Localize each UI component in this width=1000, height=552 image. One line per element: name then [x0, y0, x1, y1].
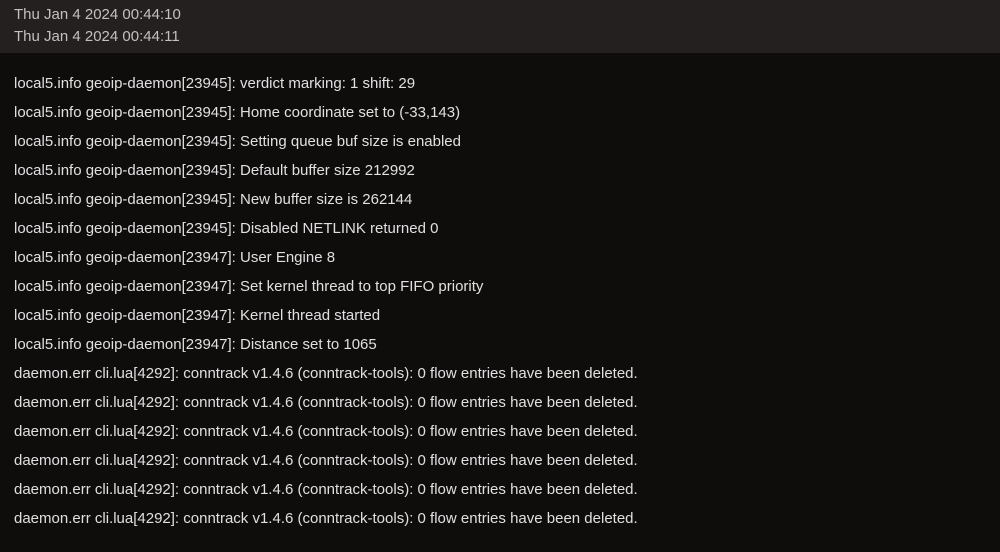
log-line: local5.info geoip-daemon[23945]: verdict… [0, 69, 1000, 98]
log-line: daemon.err cli.lua[4292]: conntrack v1.4… [0, 504, 1000, 533]
log-line: local5.info geoip-daemon[23947]: Set ker… [0, 272, 1000, 301]
timestamp-line: Thu Jan 4 2024 00:44:10 [0, 4, 1000, 26]
timestamp-header: Thu Jan 4 2024 00:44:10 Thu Jan 4 2024 0… [0, 0, 1000, 53]
log-line: local5.info geoip-daemon[23945]: Disable… [0, 214, 1000, 243]
log-line: daemon.err cli.lua[4292]: conntrack v1.4… [0, 359, 1000, 388]
timestamp-line: Thu Jan 4 2024 00:44:11 [0, 26, 1000, 48]
log-line: local5.info geoip-daemon[23945]: New buf… [0, 185, 1000, 214]
log-line: local5.info geoip-daemon[23945]: Default… [0, 156, 1000, 185]
log-line: daemon.err cli.lua[4292]: conntrack v1.4… [0, 388, 1000, 417]
log-line: local5.info geoip-daemon[23947]: Distanc… [0, 330, 1000, 359]
log-body: local5.info geoip-daemon[23945]: verdict… [0, 53, 1000, 533]
log-line: daemon.err cli.lua[4292]: conntrack v1.4… [0, 417, 1000, 446]
log-line: local5.info geoip-daemon[23947]: Kernel … [0, 301, 1000, 330]
log-line: daemon.err cli.lua[4292]: conntrack v1.4… [0, 446, 1000, 475]
log-line: local5.info geoip-daemon[23947]: User En… [0, 243, 1000, 272]
log-line: local5.info geoip-daemon[23945]: Home co… [0, 98, 1000, 127]
log-line: local5.info geoip-daemon[23945]: Setting… [0, 127, 1000, 156]
log-line: daemon.err cli.lua[4292]: conntrack v1.4… [0, 475, 1000, 504]
